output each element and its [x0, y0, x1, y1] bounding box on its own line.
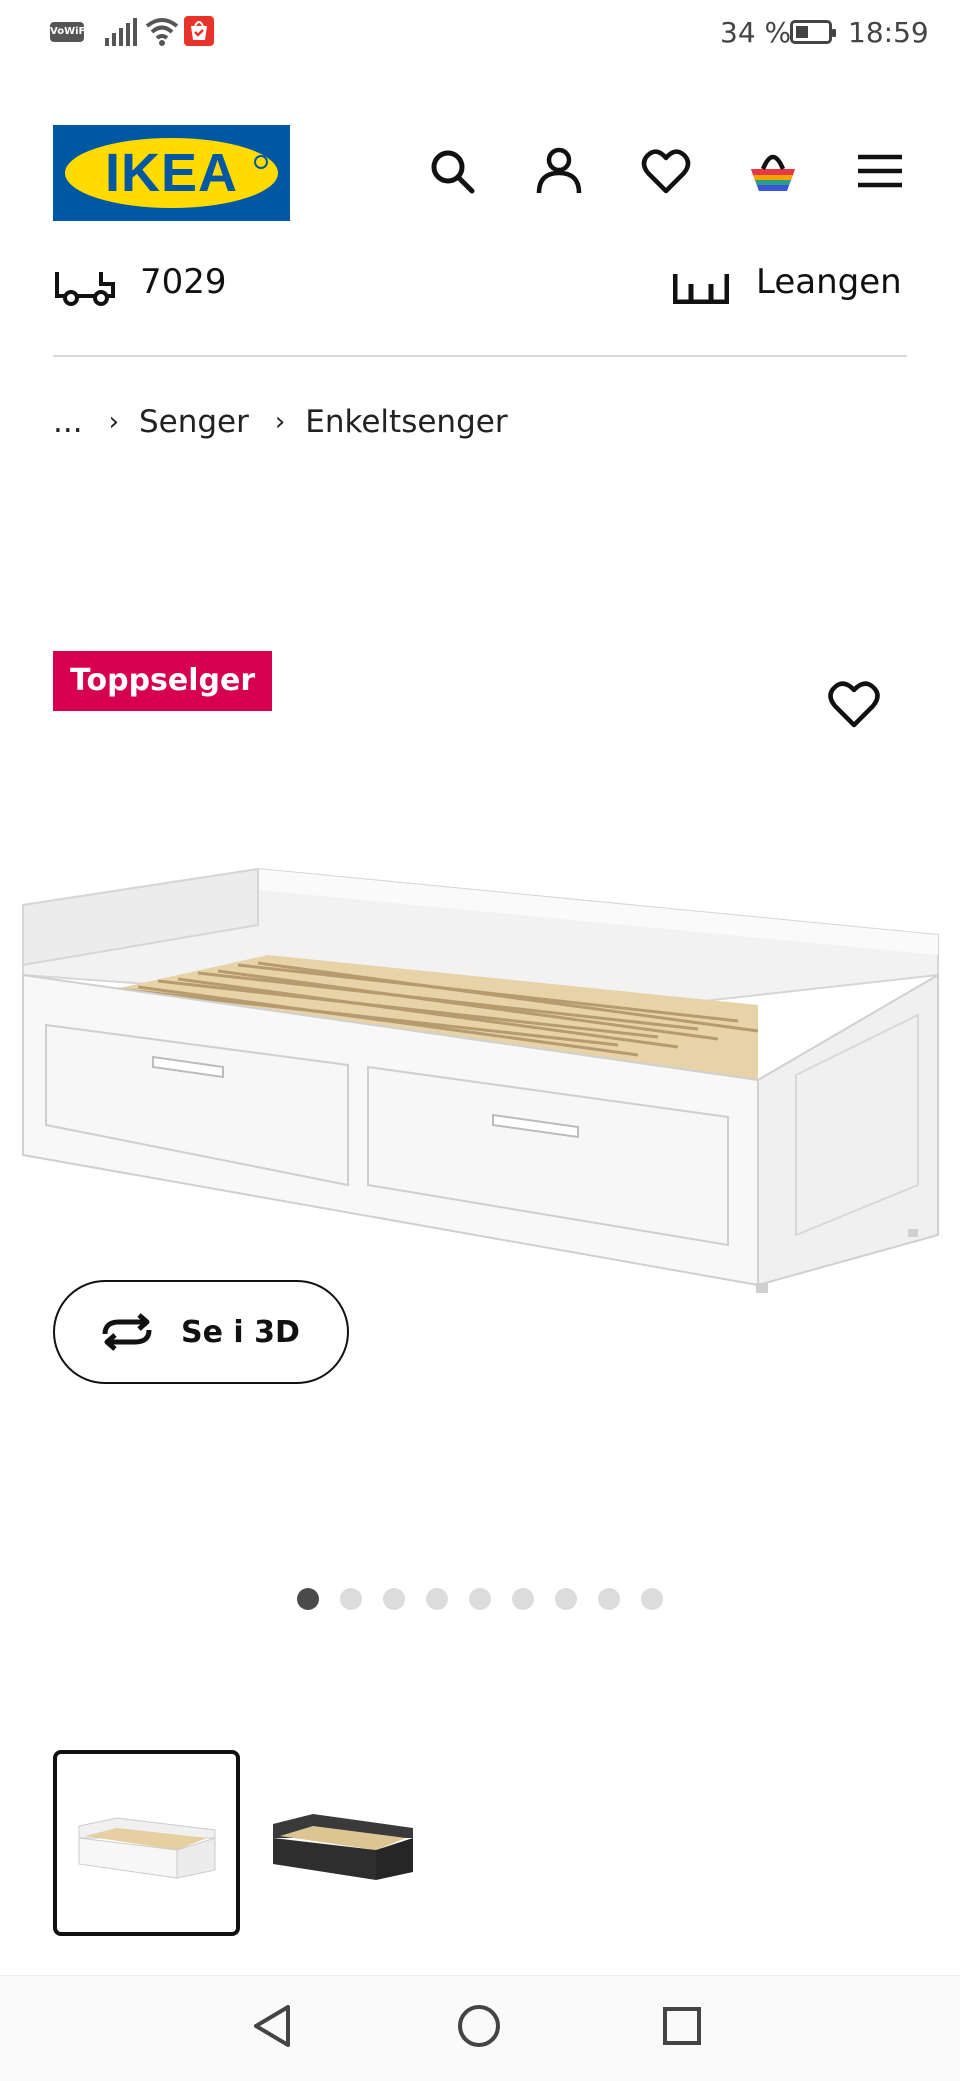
- chevron-right-icon: ›: [108, 407, 119, 437]
- breadcrumb-enkeltsenger[interactable]: Enkeltsenger: [305, 404, 507, 440]
- favorites-icon[interactable]: [640, 145, 692, 197]
- ikea-logo[interactable]: IKEA: [53, 125, 290, 221]
- shopping-app-icon: [184, 16, 214, 46]
- carousel-dot[interactable]: [340, 1588, 362, 1610]
- wifi-icon: [145, 18, 179, 46]
- variant-thumbnail-black[interactable]: [268, 1754, 418, 1930]
- vowifi-indicator: VoWiFi: [50, 22, 89, 42]
- cart-icon[interactable]: [747, 145, 799, 197]
- breadcrumb-senger[interactable]: Senger: [139, 404, 249, 440]
- home-icon[interactable]: [456, 2003, 502, 2049]
- rotate-3d-icon: [102, 1313, 152, 1351]
- logo-text: IKEA: [104, 143, 238, 203]
- account-icon[interactable]: [533, 145, 585, 197]
- add-to-favorites-button[interactable]: [826, 676, 882, 732]
- recent-apps-icon[interactable]: [662, 2006, 702, 2046]
- carousel-indicator: [297, 1588, 663, 1610]
- topseller-badge: Toppselger: [53, 651, 273, 711]
- delivery-truck-icon: [55, 272, 115, 306]
- carousel-dot[interactable]: [598, 1588, 620, 1610]
- carousel-dot[interactable]: [297, 1588, 319, 1610]
- menu-icon[interactable]: [854, 145, 906, 197]
- carousel-dot[interactable]: [641, 1588, 663, 1610]
- carousel-dot[interactable]: [383, 1588, 405, 1610]
- status-bar: VoWiFi 34 % 18:59: [0, 0, 960, 70]
- carousel-dot[interactable]: [426, 1588, 448, 1610]
- carousel-dot[interactable]: [512, 1588, 534, 1610]
- clock: 18:59: [848, 16, 929, 49]
- chevron-right-icon: ›: [274, 407, 286, 437]
- carousel-dot[interactable]: [555, 1588, 577, 1610]
- variant-thumbnail-white[interactable]: [53, 1750, 240, 1936]
- breadcrumb: ... › Senger › Enkeltsenger: [53, 400, 508, 444]
- postal-code[interactable]: 7029: [140, 262, 227, 302]
- carousel-dot[interactable]: [469, 1588, 491, 1610]
- signal-icon: [105, 18, 137, 46]
- divider: [53, 355, 907, 357]
- back-icon[interactable]: [250, 2003, 294, 2049]
- search-icon[interactable]: [426, 145, 478, 197]
- product-image[interactable]: [18, 855, 942, 1295]
- battery-percent: 34 %: [720, 16, 792, 49]
- store-icon: [673, 274, 729, 304]
- breadcrumb-ellipsis[interactable]: ...: [53, 404, 83, 440]
- view-3d-label: Se i 3D: [181, 1314, 300, 1350]
- store-name[interactable]: Leangen: [756, 262, 902, 302]
- view-3d-button[interactable]: Se i 3D: [53, 1280, 349, 1384]
- heart-icon: [828, 681, 880, 728]
- battery-icon: [790, 20, 836, 44]
